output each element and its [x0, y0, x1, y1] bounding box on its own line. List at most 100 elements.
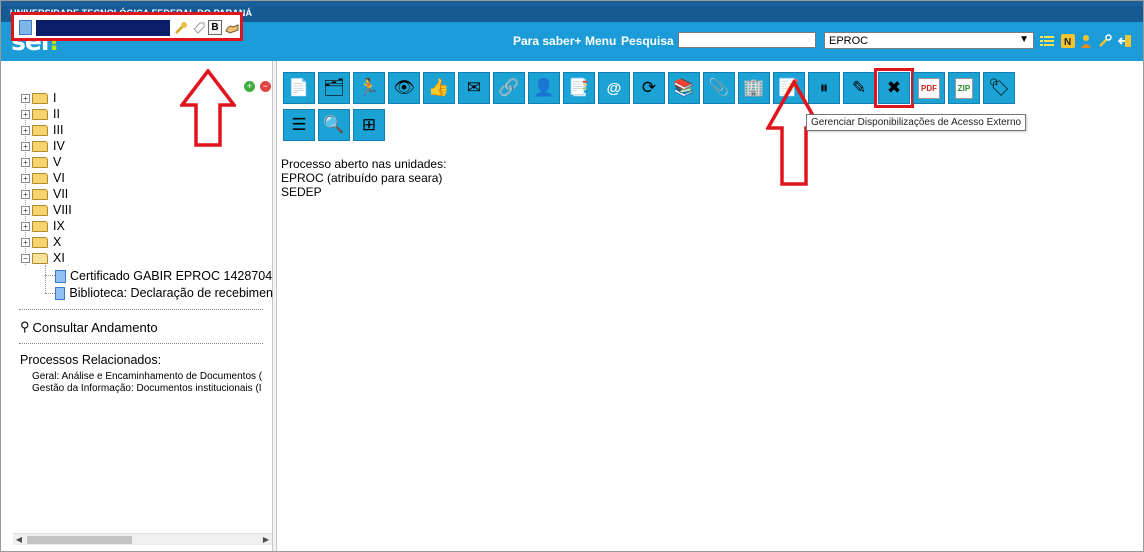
- folder-row[interactable]: + III: [21, 122, 63, 138]
- folder-label: X: [53, 235, 62, 249]
- send-email-icon: @: [606, 79, 622, 97]
- expand-icon[interactable]: +: [21, 205, 30, 215]
- folder-icon: [32, 236, 48, 248]
- update-andamento-button[interactable]: ⟳: [633, 72, 665, 104]
- send-email-button[interactable]: @: [598, 72, 630, 104]
- document-icon: [55, 286, 66, 300]
- folder-row[interactable]: + VI: [21, 170, 65, 186]
- pesquisa-link[interactable]: Pesquisa: [621, 34, 674, 48]
- process-doc-icon[interactable]: [19, 20, 32, 35]
- create-block-button[interactable]: ✉: [458, 72, 490, 104]
- related-process-link[interactable]: Geral: Análise e Encaminhamento de Docum…: [32, 371, 264, 382]
- relate-process-icon: 🔗: [498, 78, 520, 97]
- generate-pdf-icon: PDF: [918, 77, 940, 99]
- start-related-process-button[interactable]: 🗂: [318, 72, 350, 104]
- red-arrow-annotation-right: [766, 80, 822, 186]
- consultar-andamento-link[interactable]: ⚲ Consultar Andamento: [20, 319, 158, 335]
- badge-b[interactable]: B: [208, 20, 222, 35]
- tag-icon[interactable]: [190, 19, 207, 36]
- divider: [19, 343, 263, 344]
- folder-row[interactable]: + X: [21, 234, 61, 250]
- folder-row[interactable]: + IV: [21, 138, 65, 154]
- folder-row[interactable]: + II: [21, 106, 60, 122]
- signature-hand-icon[interactable]: [223, 19, 240, 36]
- menu-link[interactable]: Menu: [585, 34, 616, 48]
- logout-icon[interactable]: [1117, 33, 1133, 49]
- expand-icon[interactable]: +: [21, 93, 30, 103]
- folder-icon: [32, 156, 48, 168]
- generate-zip-button[interactable]: ZIP: [948, 72, 980, 104]
- expand-icon[interactable]: +: [21, 141, 30, 151]
- folder-row[interactable]: + I: [21, 90, 56, 106]
- related-process-link[interactable]: Gestão da Informação: Documentos institu…: [32, 383, 264, 394]
- folder-label: I: [53, 91, 57, 105]
- external-access-icon: 🏢: [743, 78, 765, 97]
- update-andamento-icon: ⟳: [641, 78, 657, 97]
- folder-row[interactable]: + VII: [21, 186, 68, 202]
- collapse-icon[interactable]: −: [21, 253, 30, 263]
- scrollbar-thumb[interactable]: [27, 536, 132, 544]
- cancel-process-icon: ✖: [886, 78, 902, 97]
- expand-icon[interactable]: +: [21, 189, 30, 199]
- archive-button[interactable]: 📚: [668, 72, 700, 104]
- expand-icon[interactable]: +: [21, 109, 30, 119]
- document-row[interactable]: Biblioteca: Declaração de recebimen: [55, 285, 273, 301]
- para-saber-link[interactable]: Para saber+: [513, 34, 581, 48]
- document-label: Biblioteca: Declaração de recebimen: [69, 286, 273, 300]
- attach-process-button[interactable]: 📎: [703, 72, 735, 104]
- remove-icon[interactable]: −: [260, 81, 271, 92]
- search-input[interactable]: [678, 32, 816, 48]
- tools-icon[interactable]: [1097, 33, 1113, 49]
- folder-label: VII: [53, 187, 69, 201]
- process-tree: + I + II + III + IV + V + VI + VII + VIII + IX + X…: [21, 91, 273, 302]
- svg-text:N: N: [1064, 37, 1071, 48]
- send-process-button[interactable]: 🏃: [353, 72, 385, 104]
- notification-icon[interactable]: N: [1060, 33, 1076, 49]
- include-document-button[interactable]: 📄: [283, 72, 315, 104]
- folder-open-icon: [32, 252, 48, 264]
- edit-process-button[interactable]: ✎: [843, 72, 875, 104]
- unit-select[interactable]: EPROC ▼: [824, 32, 1034, 49]
- user-icon[interactable]: [1078, 33, 1094, 49]
- search-in-process-button[interactable]: 🔍: [318, 109, 350, 141]
- markers-button[interactable]: 🏷: [983, 72, 1015, 104]
- folder-label: III: [53, 123, 64, 137]
- create-block-icon: ✉: [466, 78, 482, 97]
- duplicate-process-button[interactable]: 📑: [563, 72, 595, 104]
- conclude-process-button[interactable]: 👍: [423, 72, 455, 104]
- process-number-redacted[interactable]: [36, 20, 170, 36]
- process-unit: EPROC (atribuído para seara): [281, 171, 443, 185]
- folder-label: IX: [53, 219, 65, 233]
- edit-process-icon: ✎: [851, 78, 867, 97]
- assign-process-button[interactable]: 👤: [528, 72, 560, 104]
- horizontal-scrollbar[interactable]: ◀ ▶: [13, 533, 272, 545]
- generate-pdf-button[interactable]: PDF: [913, 72, 945, 104]
- relate-process-button[interactable]: 🔗: [493, 72, 525, 104]
- scroll-right-icon[interactable]: ▶: [260, 534, 272, 546]
- folder-label: VIII: [53, 203, 72, 217]
- folder-label: VI: [53, 171, 65, 185]
- add-icon[interactable]: +: [244, 81, 255, 92]
- expand-icon[interactable]: +: [21, 157, 30, 167]
- start-related-process-icon: 🗂: [323, 78, 345, 97]
- cancel-process-button[interactable]: ✖: [874, 68, 914, 108]
- unit-select-value: EPROC: [829, 34, 869, 47]
- folder-icon: [32, 92, 48, 104]
- expand-icon[interactable]: +: [21, 125, 30, 135]
- expand-icon[interactable]: +: [21, 173, 30, 183]
- list-icon[interactable]: [1039, 33, 1055, 49]
- tree-view-button[interactable]: ⊞: [353, 109, 385, 141]
- folder-row[interactable]: + IX: [21, 218, 65, 234]
- list-view-button[interactable]: ☰: [283, 109, 315, 141]
- follow-up-button[interactable]: 👁: [388, 72, 420, 104]
- scroll-left-icon[interactable]: ◀: [13, 534, 25, 546]
- expand-icon[interactable]: +: [21, 221, 30, 231]
- expand-icon[interactable]: +: [21, 237, 30, 247]
- folder-row[interactable]: + V: [21, 154, 61, 170]
- document-row[interactable]: Certificado GABIR EPROC 1428704: [55, 268, 272, 284]
- folder-row-expanded[interactable]: − XI: [21, 250, 65, 266]
- process-units-info: Processo aberto nas unidades: EPROC (atr…: [281, 157, 446, 199]
- folder-row[interactable]: + VIII: [21, 202, 72, 218]
- archive-icon: 📚: [673, 78, 695, 97]
- key-icon[interactable]: [172, 19, 189, 36]
